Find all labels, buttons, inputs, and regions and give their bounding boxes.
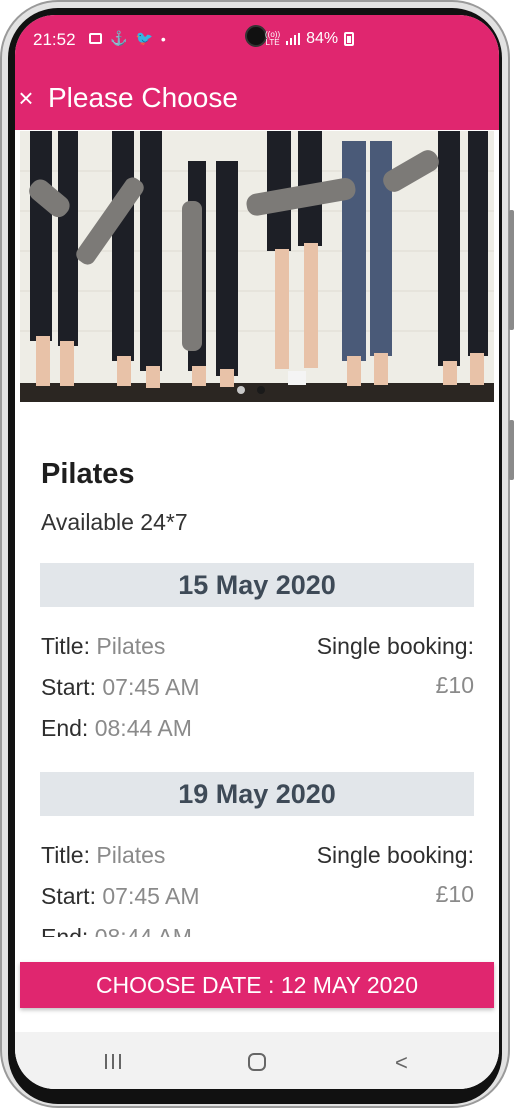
app-bar: × Please Choose bbox=[15, 67, 499, 130]
status-time: 21:52 bbox=[33, 30, 76, 49]
availability-text: Available 24*7 bbox=[41, 509, 188, 535]
status-bar: 21:52 ⚓ 🐦 • ((o)) LTE 84% bbox=[15, 15, 499, 67]
session-card[interactable]: 19 May 2020 Title: Pilates Start: 07:45 … bbox=[40, 772, 474, 937]
home-icon[interactable] bbox=[248, 1053, 266, 1071]
battery-percent: 84% bbox=[306, 30, 339, 47]
twitter-icon: 🐦 bbox=[135, 30, 153, 46]
power-button bbox=[509, 420, 514, 480]
carousel-image[interactable] bbox=[20, 131, 494, 402]
class-details: Pilates Available 24*7 15 May 2020 Title… bbox=[20, 402, 494, 937]
session-card[interactable]: 15 May 2020 Title: Pilates Start: 07:45 … bbox=[40, 563, 474, 753]
anchor-icon: ⚓ bbox=[110, 30, 128, 46]
recent-apps-icon[interactable] bbox=[105, 1054, 121, 1069]
volume-button bbox=[509, 210, 514, 330]
front-camera bbox=[245, 25, 267, 47]
more-notifications-dot-icon: • bbox=[160, 30, 166, 47]
back-icon[interactable]: < bbox=[395, 1050, 408, 1076]
status-right: ((o)) LTE 84% bbox=[265, 30, 355, 48]
choose-date-button[interactable]: CHOOSE DATE : 12 MAY 2020 bbox=[20, 962, 494, 1008]
session-end: End: 08:44 AM bbox=[41, 924, 192, 937]
carousel-indicator[interactable] bbox=[237, 386, 265, 394]
system-nav-bar: < bbox=[15, 1032, 499, 1089]
gallery-icon bbox=[89, 33, 102, 44]
lte-icon: ((o)) LTE bbox=[265, 30, 281, 47]
class-name: Pilates bbox=[41, 458, 135, 490]
session-end: End: 08:44 AM bbox=[41, 715, 192, 741]
close-icon[interactable]: × bbox=[15, 83, 37, 114]
carousel-dot-1[interactable] bbox=[237, 386, 245, 394]
session-start: Start: 07:45 AM bbox=[41, 883, 200, 909]
session-date: 19 May 2020 bbox=[40, 772, 474, 816]
battery-icon bbox=[344, 32, 355, 46]
booking-type: Single booking: bbox=[316, 842, 474, 868]
carousel-dot-2[interactable] bbox=[257, 386, 265, 394]
yoga-mats-photo bbox=[20, 131, 494, 402]
session-title: Title: Pilates bbox=[41, 842, 166, 868]
notification-icons: ⚓ 🐦 • bbox=[89, 30, 166, 47]
signal-icon bbox=[286, 33, 301, 45]
session-start: Start: 07:45 AM bbox=[41, 674, 200, 700]
screen: 21:52 ⚓ 🐦 • ((o)) LTE 84% × Please Choose bbox=[15, 15, 499, 1089]
session-date: 15 May 2020 bbox=[40, 563, 474, 607]
booking-type: Single booking: bbox=[316, 633, 474, 659]
booking-price: £10 bbox=[435, 672, 474, 698]
page-title: Please Choose bbox=[48, 82, 238, 113]
session-title: Title: Pilates bbox=[41, 633, 166, 659]
booking-price: £10 bbox=[435, 881, 474, 907]
